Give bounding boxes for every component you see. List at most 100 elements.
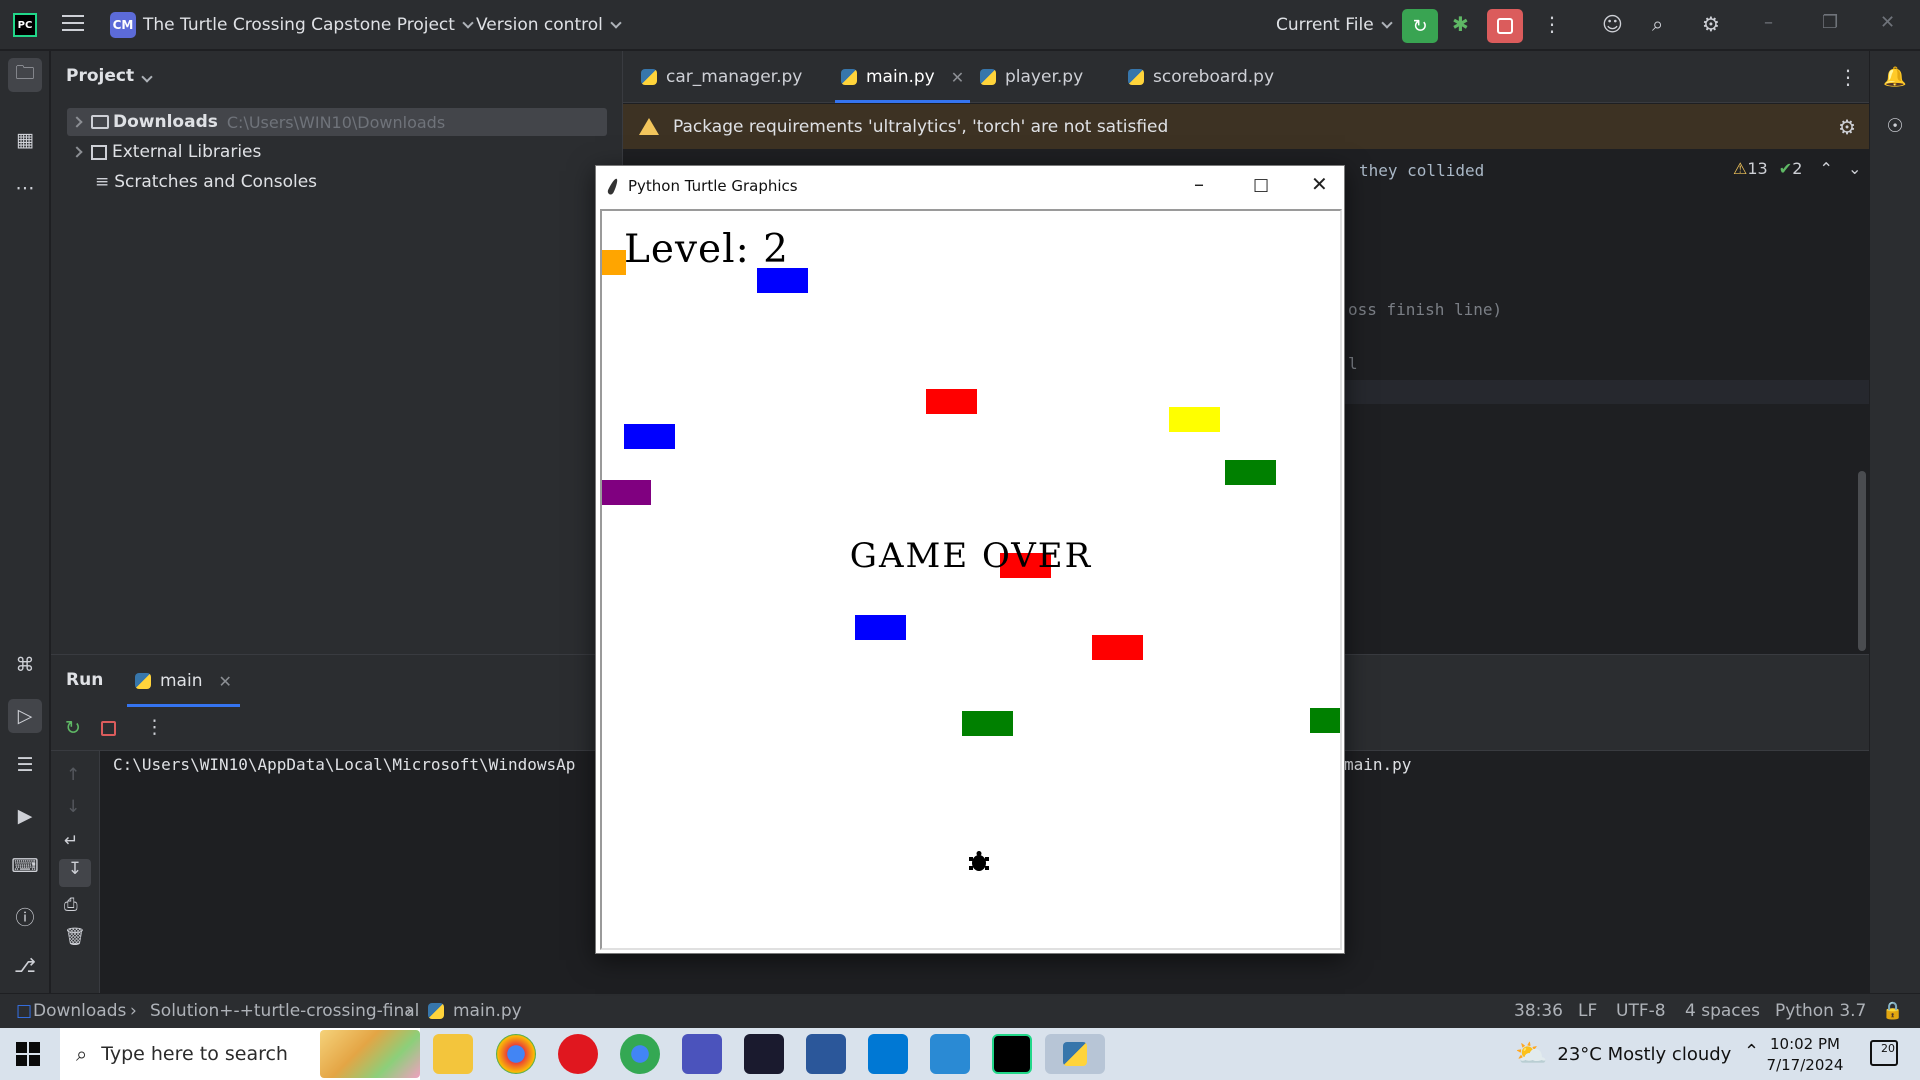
file-explorer-icon[interactable] [433,1034,473,1074]
add-user-icon[interactable]: ☺ [1602,12,1623,36]
tabs-more-icon[interactable]: ⋮ [1838,51,1858,103]
minimize-icon[interactable]: – [1194,172,1204,196]
project-title-label: Project [66,66,135,86]
main-menu-icon[interactable] [62,15,84,33]
vcs-menu[interactable]: Version control [476,0,622,50]
print-icon[interactable]: ⎙ [64,895,78,915]
editor-scrollbar[interactable] [1858,471,1866,651]
rerun-button[interactable]: ↻ [1402,9,1438,43]
vscode-icon[interactable] [868,1034,908,1074]
inspection-widget[interactable]: ⚠13 ✔2 ⌃ ⌄ [1733,159,1861,178]
line-separator[interactable]: LF [1578,1001,1597,1021]
warning-count: 13 [1747,159,1768,178]
breadcrumb-downloads[interactable]: Downloads [33,1001,126,1021]
project-badge[interactable]: CM [110,12,136,38]
python-interpreter[interactable]: Python 3.7 [1775,1001,1866,1021]
ai-assistant-icon[interactable]: ☉ [1882,113,1908,139]
more-actions-icon[interactable]: ⋮ [1542,12,1562,36]
opera-icon[interactable] [558,1034,598,1074]
app-icon[interactable] [744,1034,784,1074]
next-problem-icon[interactable]: ⌄ [1848,159,1861,178]
expand-arrow-icon[interactable] [71,116,83,128]
prev-problem-icon[interactable]: ⌃ [1819,159,1832,178]
notification-center-icon[interactable]: 20 [1870,1040,1898,1066]
python-taskbar-icon[interactable] [1045,1034,1105,1074]
word-icon[interactable] [806,1034,846,1074]
project-folder-icon[interactable]: 🗀 [8,58,42,92]
rerun-icon[interactable]: ↻ [65,717,81,739]
close-icon[interactable]: ✕ [1311,172,1328,196]
layers-icon[interactable]: ☰ [12,752,38,778]
windows-start-icon[interactable] [16,1042,40,1066]
tree-item-downloads[interactable]: Downloads C:\Users\WIN10\Downloads [67,108,607,136]
tab-label: player.py [1005,67,1084,87]
settings-gear-icon[interactable]: ⚙ [1702,12,1720,36]
debug-icon[interactable]: ✱ [1452,12,1469,36]
close-tab-icon[interactable]: ✕ [218,672,231,691]
car-3 [926,389,977,414]
teams-icon[interactable] [682,1034,722,1074]
run-config-selector[interactable]: Current File [1276,0,1393,50]
console-output-left[interactable]: C:\Users\WIN10\AppData\Local\Microsoft\W… [113,755,575,774]
turtle-canvas[interactable]: Level: 2 GAME OVER [600,209,1342,950]
soft-wrap-icon[interactable]: ↵ [64,831,78,851]
tree-item-scratches[interactable]: ≡ Scratches and Consoles [95,168,317,196]
tab-scoreboard[interactable]: scoreboard.py [1128,51,1274,103]
lock-icon[interactable]: 🔒 [1882,1001,1903,1021]
breadcrumb-file[interactable]: main.py [428,1001,522,1021]
tab-car-manager[interactable]: car_manager.py [641,51,802,103]
terminal-icon[interactable]: ⌨ [11,853,38,879]
more-icon[interactable]: ⋮ [145,716,164,738]
close-tab-icon[interactable]: ✕ [951,68,964,87]
python-file-icon [841,69,857,85]
pycharm-logo-icon[interactable]: PC [13,13,37,37]
scroll-up-icon[interactable]: ↑ [66,765,80,785]
tab-player[interactable]: player.py [980,51,1083,103]
more-tools-icon[interactable]: ⋯ [12,175,38,201]
banner-settings-icon[interactable]: ⚙ [1838,115,1856,139]
stop-button[interactable] [1487,9,1523,43]
file-encoding[interactable]: UTF-8 [1616,1001,1666,1021]
structure-icon[interactable]: ▦ [12,127,38,153]
tree-item-label: Scratches and Consoles [114,172,318,192]
python-packages-icon[interactable]: ⌘ [12,652,38,678]
code-fragment[interactable]: oss finish line) [1348,300,1502,319]
tab-main[interactable]: main.py ✕ [834,51,971,103]
close-icon[interactable]: ✕ [1880,12,1895,33]
turtle-window-titlebar[interactable]: Python Turtle Graphics – □ ✕ [596,166,1344,206]
chevron-down-icon [462,16,474,29]
stop-icon[interactable] [101,721,116,736]
clock[interactable]: 10:02 PM 7/17/2024 [1755,1034,1855,1076]
run-tool-icon[interactable]: ▷ [8,699,42,733]
services-icon[interactable]: ▶ [12,803,38,829]
run-config-label: Current File [1276,15,1374,35]
maximize-icon[interactable]: □ [1253,175,1269,195]
tree-item-external-libraries[interactable]: External Libraries [71,138,261,166]
console-output-right[interactable]: main.py [1344,755,1411,774]
restore-icon[interactable]: ❐ [1822,12,1838,33]
run-panel-title: Run [66,670,104,690]
search-icon[interactable]: ⌕ [1652,12,1663,36]
project-panel-title[interactable]: Project [66,66,153,86]
notifications-bell-icon[interactable]: 🔔 [1882,63,1908,89]
minimize-icon[interactable]: – [1764,12,1773,33]
chrome-profile-icon[interactable] [620,1034,660,1074]
code-fragment[interactable]: l [1348,354,1358,373]
expand-arrow-icon[interactable] [71,146,83,158]
breadcrumb-folder[interactable]: Solution+-+turtle-crossing-final [150,1001,419,1021]
run-tab-main[interactable]: main ✕ [127,655,240,707]
photos-icon[interactable] [930,1034,970,1074]
project-selector[interactable]: The Turtle Crossing Capstone Project [143,0,474,50]
problems-icon[interactable]: ⓘ [12,903,38,929]
chrome-icon[interactable] [496,1034,536,1074]
scroll-to-end-icon[interactable]: ↧ [59,859,91,887]
indent-setting[interactable]: 4 spaces [1685,1001,1760,1021]
code-fragment[interactable]: they collided [1359,161,1484,180]
pycharm-taskbar-icon[interactable] [992,1034,1032,1074]
caret-position[interactable]: 38:36 [1514,1001,1563,1021]
scroll-down-icon[interactable]: ↓ [66,797,80,817]
taskbar-search[interactable]: ⌕ Type here to search [60,1028,420,1080]
git-icon[interactable]: ⎇ [12,953,38,979]
clear-trash-icon[interactable]: 🗑 [64,927,86,947]
weather-widget[interactable]: ⛅ 23°C Mostly cloudy [1515,1028,1731,1080]
